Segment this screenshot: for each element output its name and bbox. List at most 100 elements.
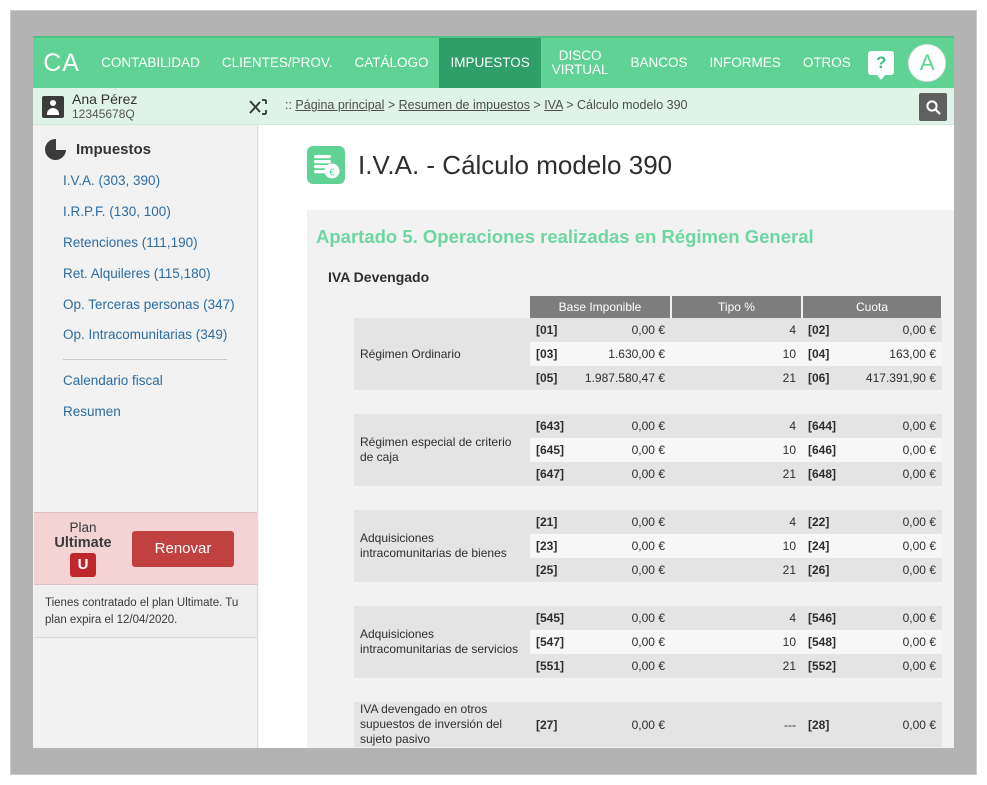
field-cuota-value: 163,00 € <box>842 342 942 366</box>
field-cuota-value: 0,00 € <box>842 606 942 630</box>
field-cuota-value: 0,00 € <box>842 558 942 582</box>
table-row: IVA devengado en otros supuestos de inve… <box>354 702 942 747</box>
field-code-cuota: [26] <box>802 558 842 582</box>
field-tipo-value: 4 <box>671 318 802 342</box>
user-context-bar: Ana Pérez 12345678Q :: Página principal … <box>33 88 954 125</box>
gap-cell <box>354 390 942 414</box>
field-code-base: [545] <box>530 606 570 630</box>
sidebar-header: Impuestos <box>33 125 257 166</box>
field-tipo-value: 4 <box>671 606 802 630</box>
field-code-base: [25] <box>530 558 570 582</box>
page-title: I.V.A. - Cálculo modelo 390 <box>358 149 673 180</box>
nav-item-clientes-prov[interactable]: CLIENTES/PROV. <box>211 38 344 88</box>
switch-account-icon[interactable] <box>248 97 268 117</box>
top-navigation-bar: CA CONTABILIDAD CLIENTES/PROV. CATÁLOGO IMP… <box>33 36 954 88</box>
sidebar-item-calendario-fiscal[interactable]: Calendario fiscal <box>33 366 257 397</box>
field-base-value: 0,00 € <box>570 606 671 630</box>
field-tipo-value: 10 <box>671 438 802 462</box>
app-logo[interactable]: CA <box>33 38 90 88</box>
table-row: Régimen especial de criterio de caja [643… <box>354 414 942 486</box>
field-base-value: 0,00 € <box>570 558 671 582</box>
field-code-cuota: [28] <box>802 702 842 747</box>
field-code-base: [547] <box>530 630 570 654</box>
money-euro-icon: € <box>307 146 345 184</box>
svg-text:€: € <box>329 168 335 179</box>
sidebar-item-op-terceras-personas-347[interactable]: Op. Terceras personas (347) <box>33 290 257 321</box>
field-cuota-value: 0,00 € <box>842 438 942 462</box>
field-cuota-value: 0,00 € <box>842 462 942 486</box>
breadcrumb-item-3: Cálculo modelo 390 <box>576 98 688 112</box>
breadcrumb-item-1[interactable]: Resumen de impuestos <box>399 98 530 112</box>
field-code-cuota: [06] <box>802 366 842 390</box>
current-user-block[interactable]: Ana Pérez 12345678Q <box>33 88 258 125</box>
field-code-base: [23] <box>530 534 570 558</box>
field-base-value: 0,00 € <box>570 438 671 462</box>
gap-cell <box>354 582 942 606</box>
field-cuota-value: 0,00 € <box>842 534 942 558</box>
nav-item-informes[interactable]: INFORMES <box>699 38 792 88</box>
nav-item-otros[interactable]: OTROS <box>792 38 862 88</box>
field-cuota-value: 0,00 € <box>842 654 942 678</box>
avatar: A <box>908 44 947 82</box>
table-body: Régimen Ordinario [01] 0,00 €4 [02] 0,00 € [0… <box>354 318 942 762</box>
plan-label: Plan <box>69 519 97 535</box>
field-code-cuota: [04] <box>802 342 842 366</box>
field-base-value: 0,00 € <box>570 534 671 558</box>
sidebar-item-op-intracomunitarias-349[interactable]: Op. Intracomunitarias (349) <box>33 320 257 351</box>
section-panel: Apartado 5. Operaciones realizadas en Ré… <box>307 210 954 762</box>
field-tipo-value: 21 <box>671 462 802 486</box>
field-base-value: 0,00 € <box>570 462 671 486</box>
table-block-gap <box>354 390 942 414</box>
plan-box: Plan Ultimate U Renovar <box>34 512 257 585</box>
field-code-base: [27] <box>530 702 570 747</box>
field-code-base: [551] <box>530 654 570 678</box>
field-base-value: 1.630,00 € <box>570 342 671 366</box>
field-tipo-value: 21 <box>671 654 802 678</box>
field-code-base: [647] <box>530 462 570 486</box>
nav-item-impuestos[interactable]: IMPUESTOS <box>439 38 541 88</box>
table-row: Adquisiciones intracomunitarias de servi… <box>354 606 942 678</box>
search-button[interactable] <box>919 93 947 121</box>
desktop-background: CA CONTABILIDAD CLIENTES/PROV. CATÁLOGO IMP… <box>0 0 987 785</box>
field-tipo-value: 4 <box>671 510 802 534</box>
sidebar-item-ret-alquileres-115-180[interactable]: Ret. Alquileres (115,180) <box>33 259 257 290</box>
field-cuota-value: 0,00 € <box>842 630 942 654</box>
breadcrumb-item-2[interactable]: IVA <box>544 98 563 112</box>
sidebar-item-retenciones-111-190[interactable]: Retenciones (111,190) <box>33 228 257 259</box>
table-row: Adquisiciones intracomunitarias de biene… <box>354 510 942 582</box>
sidebar-title: Impuestos <box>76 141 152 158</box>
field-cuota-value: 0,00 € <box>842 414 942 438</box>
nav-item-contabilidad[interactable]: CONTABILIDAD <box>90 38 211 88</box>
nav-item-cat-logo[interactable]: CATÁLOGO <box>343 38 439 88</box>
table-block-gap <box>354 678 942 702</box>
field-base-value: 0,00 € <box>570 654 671 678</box>
section-title: Apartado 5. Operaciones realizadas en Ré… <box>316 226 814 247</box>
sidebar-divider <box>63 359 227 361</box>
iva-table-wrapper: Base Imponible Tipo % Cuota Régimen Ordina… <box>307 285 954 762</box>
help-button[interactable]: ? <box>862 38 901 88</box>
field-tipo-value: 4 <box>671 414 802 438</box>
user-id: 12345678Q <box>72 106 135 121</box>
breadcrumb: :: Página principal > Resumen de impuest… <box>285 98 688 112</box>
field-tipo-value: --- <box>671 702 802 747</box>
sidebar-item-i-v-a-303-390[interactable]: I.V.A. (303, 390) <box>33 166 257 197</box>
field-code-cuota: [646] <box>802 438 842 462</box>
main-content: € I.V.A. - Cálculo modelo 390 Apartado 5… <box>259 125 954 762</box>
sidebar-menu-secondary: Calendario fiscal Resumen <box>33 366 257 428</box>
nav-item-disco-virtual[interactable]: DISCO VIRTUAL <box>541 38 620 88</box>
nav-item-bancos[interactable]: BANCOS <box>620 38 699 88</box>
gap-cell <box>354 678 942 702</box>
field-code-cuota: [546] <box>802 606 842 630</box>
field-tipo-value: 10 <box>671 630 802 654</box>
field-code-cuota: [648] <box>802 462 842 486</box>
breadcrumb-item-0[interactable]: Página principal <box>295 98 384 112</box>
sidebar-item-resumen[interactable]: Resumen <box>33 397 257 428</box>
renew-plan-button[interactable]: Renovar <box>132 530 234 567</box>
field-code-base: [645] <box>530 438 570 462</box>
sidebar-item-i-r-p-f-130-100[interactable]: I.R.P.F. (130, 100) <box>33 197 257 228</box>
user-text: Ana Pérez 12345678Q <box>72 92 137 121</box>
field-tipo-value: 21 <box>671 366 802 390</box>
plan-expiry-note: Tienes contratado el plan Ultimate. Tu p… <box>34 586 257 639</box>
pie-chart-icon <box>45 139 66 160</box>
user-avatar-button[interactable]: A <box>901 38 954 88</box>
